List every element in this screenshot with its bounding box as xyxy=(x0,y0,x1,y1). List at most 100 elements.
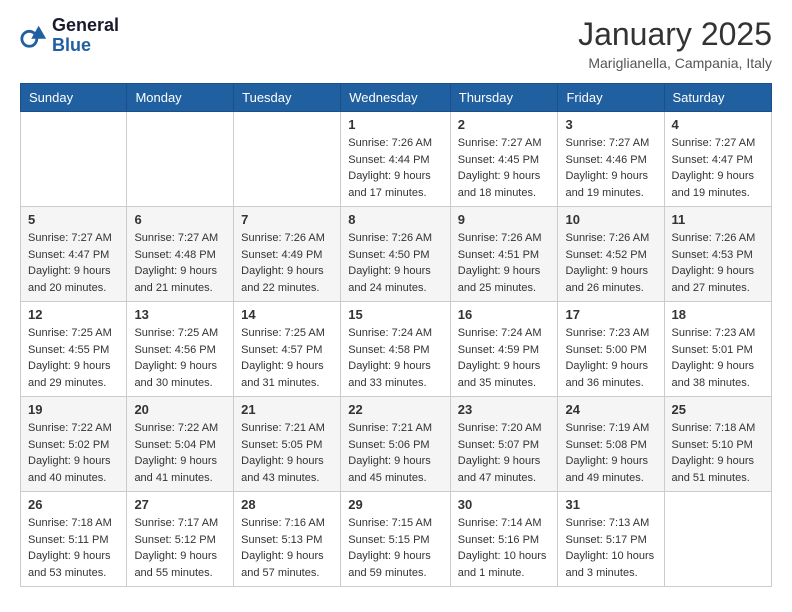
day-info: Sunrise: 7:23 AM Sunset: 5:00 PM Dayligh… xyxy=(565,325,656,391)
calendar-cell: 20 Sunrise: 7:22 AM Sunset: 5:04 PM Dayli… xyxy=(127,397,234,492)
day-info: Sunrise: 7:26 AM Sunset: 4:44 PM Dayligh… xyxy=(348,135,443,201)
day-info: Sunrise: 7:15 AM Sunset: 5:15 PM Dayligh… xyxy=(348,515,443,581)
calendar-cell: 5Sunrise: 7:27 AM Sunset: 4:47 PM Daylig… xyxy=(21,207,127,302)
calendar-cell: 6 Sunrise: 7:27 AM Sunset: 4:48 PM Daylig… xyxy=(127,207,234,302)
day-info: Sunrise: 7:24 AM Sunset: 4:59 PM Dayligh… xyxy=(458,325,551,391)
calendar-cell: 26 Sunrise: 7:18 AM Sunset: 5:11 PM Dayli… xyxy=(21,492,127,587)
day-number: 27 xyxy=(134,497,226,512)
day-number: 22 xyxy=(348,402,443,417)
day-number: 24 xyxy=(565,402,656,417)
day-info: Sunrise: 7:21 AM Sunset: 5:05 PM Dayligh… xyxy=(241,420,333,486)
day-number: 7 xyxy=(241,212,333,227)
calendar-cell: 14Sunrise: 7:25 AM Sunset: 4:57 PM Dayli… xyxy=(234,302,341,397)
calendar-cell: 11 Sunrise: 7:26 AM Sunset: 4:53 PM Dayli… xyxy=(664,207,772,302)
calendar-cell: 15 Sunrise: 7:24 AM Sunset: 4:58 PM Dayli… xyxy=(341,302,451,397)
day-number: 20 xyxy=(134,402,226,417)
title-block: January 2025 Mariglianella, Campania, It… xyxy=(578,16,772,71)
calendar-day-header: Sunday xyxy=(21,84,127,112)
day-info: Sunrise: 7:20 AM Sunset: 5:07 PM Dayligh… xyxy=(458,420,551,486)
logo-text: General Blue xyxy=(52,16,119,56)
header: General Blue January 2025 Mariglianella,… xyxy=(20,16,772,71)
logo: General Blue xyxy=(20,16,119,56)
calendar-cell: 12 Sunrise: 7:25 AM Sunset: 4:55 PM Dayli… xyxy=(21,302,127,397)
day-info: Sunrise: 7:25 AM Sunset: 4:55 PM Dayligh… xyxy=(28,325,119,391)
page: General Blue January 2025 Mariglianella,… xyxy=(0,0,792,603)
calendar-cell: 31Sunrise: 7:13 AM Sunset: 5:17 PM Dayli… xyxy=(558,492,664,587)
day-info: Sunrise: 7:17 AM Sunset: 5:12 PM Dayligh… xyxy=(134,515,226,581)
calendar-cell: 19 Sunrise: 7:22 AM Sunset: 5:02 PM Dayli… xyxy=(21,397,127,492)
day-number: 12 xyxy=(28,307,119,322)
day-info: Sunrise: 7:27 AM Sunset: 4:46 PM Dayligh… xyxy=(565,135,656,201)
calendar: SundayMondayTuesdayWednesdayThursdayFrid… xyxy=(20,83,772,587)
calendar-cell: 1 Sunrise: 7:26 AM Sunset: 4:44 PM Daylig… xyxy=(341,112,451,207)
calendar-cell: 24 Sunrise: 7:19 AM Sunset: 5:08 PM Dayli… xyxy=(558,397,664,492)
calendar-day-header: Wednesday xyxy=(341,84,451,112)
calendar-cell: 29 Sunrise: 7:15 AM Sunset: 5:15 PM Dayli… xyxy=(341,492,451,587)
day-info: Sunrise: 7:21 AM Sunset: 5:06 PM Dayligh… xyxy=(348,420,443,486)
day-info: Sunrise: 7:27 AM Sunset: 4:47 PM Dayligh… xyxy=(672,135,765,201)
day-number: 9 xyxy=(458,212,551,227)
calendar-cell: 22 Sunrise: 7:21 AM Sunset: 5:06 PM Dayli… xyxy=(341,397,451,492)
day-info: Sunrise: 7:24 AM Sunset: 4:58 PM Dayligh… xyxy=(348,325,443,391)
day-info: Sunrise: 7:23 AM Sunset: 5:01 PM Dayligh… xyxy=(672,325,765,391)
day-number: 15 xyxy=(348,307,443,322)
logo-icon xyxy=(20,22,48,50)
day-number: 28 xyxy=(241,497,333,512)
calendar-cell: 13Sunrise: 7:25 AM Sunset: 4:56 PM Dayli… xyxy=(127,302,234,397)
calendar-header-row: SundayMondayTuesdayWednesdayThursdayFrid… xyxy=(21,84,772,112)
day-info: Sunrise: 7:27 AM Sunset: 4:48 PM Dayligh… xyxy=(134,230,226,296)
day-number: 4 xyxy=(672,117,765,132)
calendar-day-header: Friday xyxy=(558,84,664,112)
calendar-cell: 4 Sunrise: 7:27 AM Sunset: 4:47 PM Daylig… xyxy=(664,112,772,207)
day-number: 5 xyxy=(28,212,119,227)
day-number: 1 xyxy=(348,117,443,132)
calendar-week-row: 1 Sunrise: 7:26 AM Sunset: 4:44 PM Daylig… xyxy=(21,112,772,207)
day-info: Sunrise: 7:22 AM Sunset: 5:02 PM Dayligh… xyxy=(28,420,119,486)
calendar-cell: 18 Sunrise: 7:23 AM Sunset: 5:01 PM Dayli… xyxy=(664,302,772,397)
location: Mariglianella, Campania, Italy xyxy=(578,55,772,71)
day-info: Sunrise: 7:18 AM Sunset: 5:10 PM Dayligh… xyxy=(672,420,765,486)
calendar-cell: 21Sunrise: 7:21 AM Sunset: 5:05 PM Dayli… xyxy=(234,397,341,492)
day-number: 25 xyxy=(672,402,765,417)
day-number: 18 xyxy=(672,307,765,322)
calendar-cell: 27 Sunrise: 7:17 AM Sunset: 5:12 PM Dayli… xyxy=(127,492,234,587)
day-number: 14 xyxy=(241,307,333,322)
calendar-week-row: 19 Sunrise: 7:22 AM Sunset: 5:02 PM Dayli… xyxy=(21,397,772,492)
calendar-cell: 17 Sunrise: 7:23 AM Sunset: 5:00 PM Dayli… xyxy=(558,302,664,397)
calendar-cell xyxy=(664,492,772,587)
calendar-week-row: 12 Sunrise: 7:25 AM Sunset: 4:55 PM Dayli… xyxy=(21,302,772,397)
day-number: 11 xyxy=(672,212,765,227)
day-number: 23 xyxy=(458,402,551,417)
calendar-day-header: Thursday xyxy=(450,84,558,112)
calendar-cell: 2Sunrise: 7:27 AM Sunset: 4:45 PM Daylig… xyxy=(450,112,558,207)
day-info: Sunrise: 7:16 AM Sunset: 5:13 PM Dayligh… xyxy=(241,515,333,581)
day-number: 17 xyxy=(565,307,656,322)
day-info: Sunrise: 7:26 AM Sunset: 4:49 PM Dayligh… xyxy=(241,230,333,296)
day-number: 19 xyxy=(28,402,119,417)
calendar-week-row: 26 Sunrise: 7:18 AM Sunset: 5:11 PM Dayli… xyxy=(21,492,772,587)
calendar-cell xyxy=(234,112,341,207)
day-number: 31 xyxy=(565,497,656,512)
day-number: 29 xyxy=(348,497,443,512)
day-number: 26 xyxy=(28,497,119,512)
day-number: 16 xyxy=(458,307,551,322)
day-info: Sunrise: 7:18 AM Sunset: 5:11 PM Dayligh… xyxy=(28,515,119,581)
day-info: Sunrise: 7:26 AM Sunset: 4:52 PM Dayligh… xyxy=(565,230,656,296)
calendar-cell: 30 Sunrise: 7:14 AM Sunset: 5:16 PM Dayli… xyxy=(450,492,558,587)
day-number: 30 xyxy=(458,497,551,512)
day-info: Sunrise: 7:19 AM Sunset: 5:08 PM Dayligh… xyxy=(565,420,656,486)
day-info: Sunrise: 7:22 AM Sunset: 5:04 PM Dayligh… xyxy=(134,420,226,486)
calendar-day-header: Monday xyxy=(127,84,234,112)
calendar-cell: 3Sunrise: 7:27 AM Sunset: 4:46 PM Daylig… xyxy=(558,112,664,207)
calendar-cell: 16 Sunrise: 7:24 AM Sunset: 4:59 PM Dayli… xyxy=(450,302,558,397)
calendar-cell: 10Sunrise: 7:26 AM Sunset: 4:52 PM Dayli… xyxy=(558,207,664,302)
day-info: Sunrise: 7:26 AM Sunset: 4:53 PM Dayligh… xyxy=(672,230,765,296)
calendar-cell: 7 Sunrise: 7:26 AM Sunset: 4:49 PM Daylig… xyxy=(234,207,341,302)
calendar-day-header: Tuesday xyxy=(234,84,341,112)
calendar-cell: 23 Sunrise: 7:20 AM Sunset: 5:07 PM Dayli… xyxy=(450,397,558,492)
day-number: 6 xyxy=(134,212,226,227)
day-info: Sunrise: 7:14 AM Sunset: 5:16 PM Dayligh… xyxy=(458,515,551,581)
day-info: Sunrise: 7:26 AM Sunset: 4:50 PM Dayligh… xyxy=(348,230,443,296)
calendar-week-row: 5Sunrise: 7:27 AM Sunset: 4:47 PM Daylig… xyxy=(21,207,772,302)
day-info: Sunrise: 7:26 AM Sunset: 4:51 PM Dayligh… xyxy=(458,230,551,296)
